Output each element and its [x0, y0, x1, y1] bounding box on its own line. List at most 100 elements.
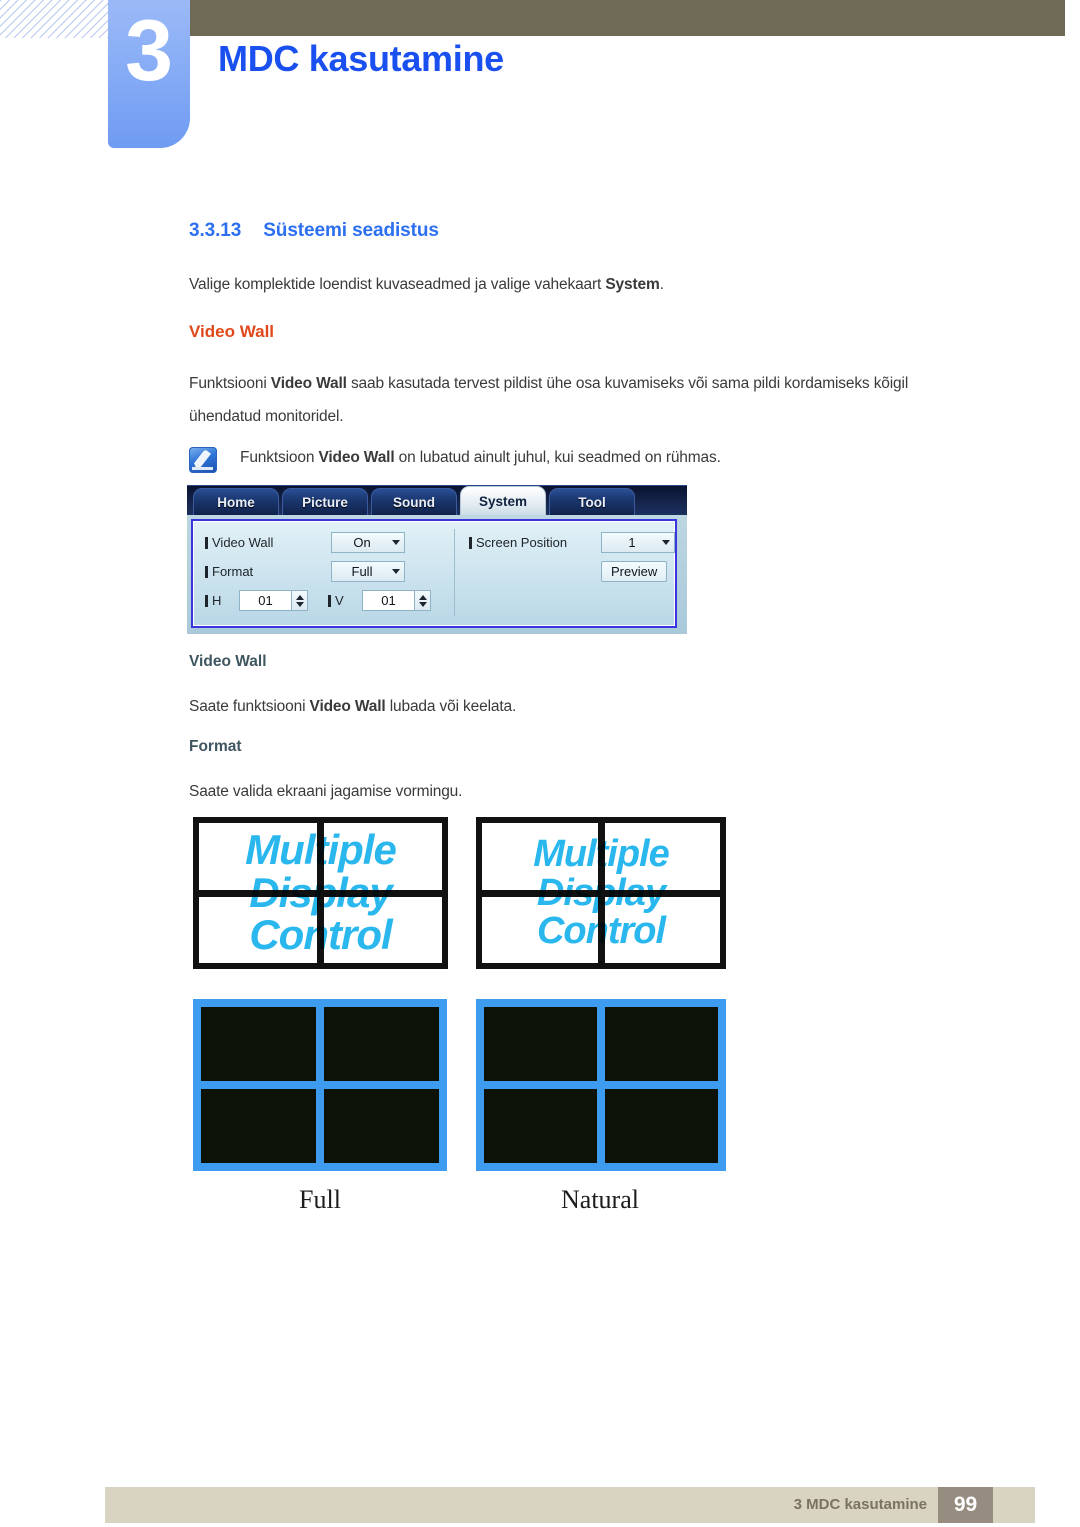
wall-cell — [324, 1007, 439, 1081]
stepper-v-arrows[interactable] — [414, 590, 431, 611]
select-format[interactable]: Full — [331, 561, 405, 582]
video-wall-photo-full — [193, 999, 447, 1171]
wall-cell — [482, 823, 598, 890]
sub1-pre: Saate valida ekraani jagamise vormingu. — [189, 783, 463, 800]
tab-sound[interactable]: Sound — [371, 488, 457, 515]
caret-up-icon[interactable] — [295, 594, 304, 600]
subsection-heading-video-wall: Video Wall — [189, 653, 267, 670]
stepper-h[interactable]: 01 — [239, 590, 308, 611]
tab-system[interactable]: System — [460, 486, 546, 515]
vw-para-bold: Video Wall — [270, 375, 347, 392]
tab-picture[interactable]: Picture — [282, 488, 368, 515]
wall-cell — [324, 1089, 439, 1163]
preview-button[interactable]: Preview — [601, 561, 668, 582]
label-format: Format — [205, 564, 331, 579]
wall-cell — [604, 896, 720, 963]
note-pen-icon — [189, 447, 217, 473]
select-video-wall-value: On — [353, 535, 371, 550]
note-callout: Funktsioon Video Wall on lubatud ainult … — [189, 445, 989, 473]
select-format-value: Full — [351, 564, 373, 579]
label-screen-position: Screen Position — [469, 535, 601, 550]
note-text-pre: Funktsioon — [240, 449, 319, 466]
note-text: Funktsioon Video Wall on lubatud ainult … — [240, 445, 721, 471]
video-wall-photo-natural — [476, 999, 726, 1171]
figure-caption-full: Full — [299, 1185, 341, 1214]
select-screen-position[interactable]: 1 — [601, 532, 675, 553]
wall-cell — [605, 1007, 718, 1081]
figure-caption-natural: Natural — [561, 1185, 639, 1214]
label-v: V — [328, 593, 362, 608]
field-video-wall: Video Wall On — [205, 529, 454, 556]
chevron-down-icon — [392, 569, 400, 574]
stepper-h-arrows[interactable] — [291, 590, 308, 611]
video-wall-text-full: Multiple Display Control — [193, 817, 448, 969]
wall-cell — [604, 823, 720, 890]
chevron-down-icon — [662, 540, 670, 545]
flower-image — [201, 1089, 316, 1163]
footer-page-number: 99 — [938, 1487, 993, 1523]
caret-down-icon[interactable] — [418, 601, 427, 607]
sub0-post: lubada või keelata. — [385, 698, 517, 715]
video-wall-text-natural: Multiple Display Control — [476, 817, 726, 969]
note-text-bold: Video Wall — [318, 449, 395, 466]
wall-grid — [201, 1007, 439, 1163]
page-header: 3 MDC kasutamine — [0, 0, 1080, 160]
section-title: Süsteemi seadistus — [263, 220, 439, 241]
hatch-decoration — [0, 0, 108, 38]
footer-chapter-label: 3 MDC kasutamine — [793, 1496, 927, 1513]
wall-cell — [199, 896, 317, 963]
wall-cell — [324, 896, 442, 963]
wall-grid: Multiple Display Control — [482, 823, 720, 963]
sub0-pre: Saate funktsiooni — [189, 698, 310, 715]
select-screen-position-value: 1 — [628, 535, 636, 550]
flower-image — [484, 1007, 597, 1081]
caret-up-icon[interactable] — [418, 594, 427, 600]
video-wall-paragraph: Funktsiooni Video Wall saab kasutada ter… — [189, 367, 984, 433]
wall-grid: Multiple Display Control — [199, 823, 442, 963]
wall-cell — [605, 1089, 718, 1163]
caret-down-icon[interactable] — [295, 601, 304, 607]
intro-paragraph: Valige komplektide loendist kuvaseadmed … — [189, 268, 989, 301]
section-number: 3.3.13 — [189, 220, 242, 241]
intro-text-post: . — [659, 276, 664, 293]
wall-cell — [199, 823, 317, 890]
label-video-wall: Video Wall — [205, 535, 331, 550]
page-footer: 3 MDC kasutamine 99 — [105, 1487, 1035, 1523]
stepper-v[interactable]: 01 — [362, 590, 431, 611]
subsection-heading-format: Format — [189, 738, 242, 755]
wall-cell — [201, 1089, 316, 1163]
section-heading: 3.3.13 Süsteemi seadistus — [189, 220, 439, 242]
video-wall-heading: Video Wall — [189, 322, 275, 341]
wall-cell — [201, 1007, 316, 1081]
field-screen-position: Screen Position 1 — [469, 529, 675, 556]
preview-row: Preview — [469, 561, 675, 582]
figure-area: Multiple Display Control Multiple Displa… — [0, 805, 1080, 1245]
mdc-tab-bar: Home Picture Sound System Tool — [187, 485, 687, 515]
select-video-wall[interactable]: On — [331, 532, 405, 553]
mdc-left-column: Video Wall On Format Full H 01 V 01 — [193, 529, 455, 616]
field-format: Format Full — [205, 558, 454, 585]
mdc-right-column: Screen Position 1 Preview — [455, 529, 675, 616]
mdc-panel: Video Wall On Format Full H 01 V 01 Scre… — [191, 519, 677, 628]
header-dark-bar — [190, 0, 1065, 36]
wall-cell — [484, 1007, 597, 1081]
mdc-panel-outer: Video Wall On Format Full H 01 V 01 Scre… — [187, 515, 687, 634]
stepper-v-value[interactable]: 01 — [362, 590, 414, 611]
flower-image — [324, 1089, 439, 1163]
wall-grid — [484, 1007, 718, 1163]
chapter-number: 3 — [125, 3, 173, 99]
tab-home[interactable]: Home — [193, 488, 279, 515]
tab-tool[interactable]: Tool — [549, 488, 635, 515]
flower-image — [605, 1007, 718, 1081]
chapter-title: MDC kasutamine — [218, 38, 504, 79]
intro-text-bold: System — [605, 276, 660, 293]
wall-cell — [324, 823, 442, 890]
flower-image — [484, 1089, 597, 1163]
note-text-post: on lubatud ainult juhul, kui seadmed on … — [394, 449, 721, 466]
flower-image — [605, 1089, 718, 1163]
label-h: H — [205, 593, 239, 608]
wall-cell — [482, 896, 598, 963]
flower-image — [201, 1007, 316, 1081]
sub0-bold: Video Wall — [309, 698, 386, 715]
stepper-h-value[interactable]: 01 — [239, 590, 291, 611]
